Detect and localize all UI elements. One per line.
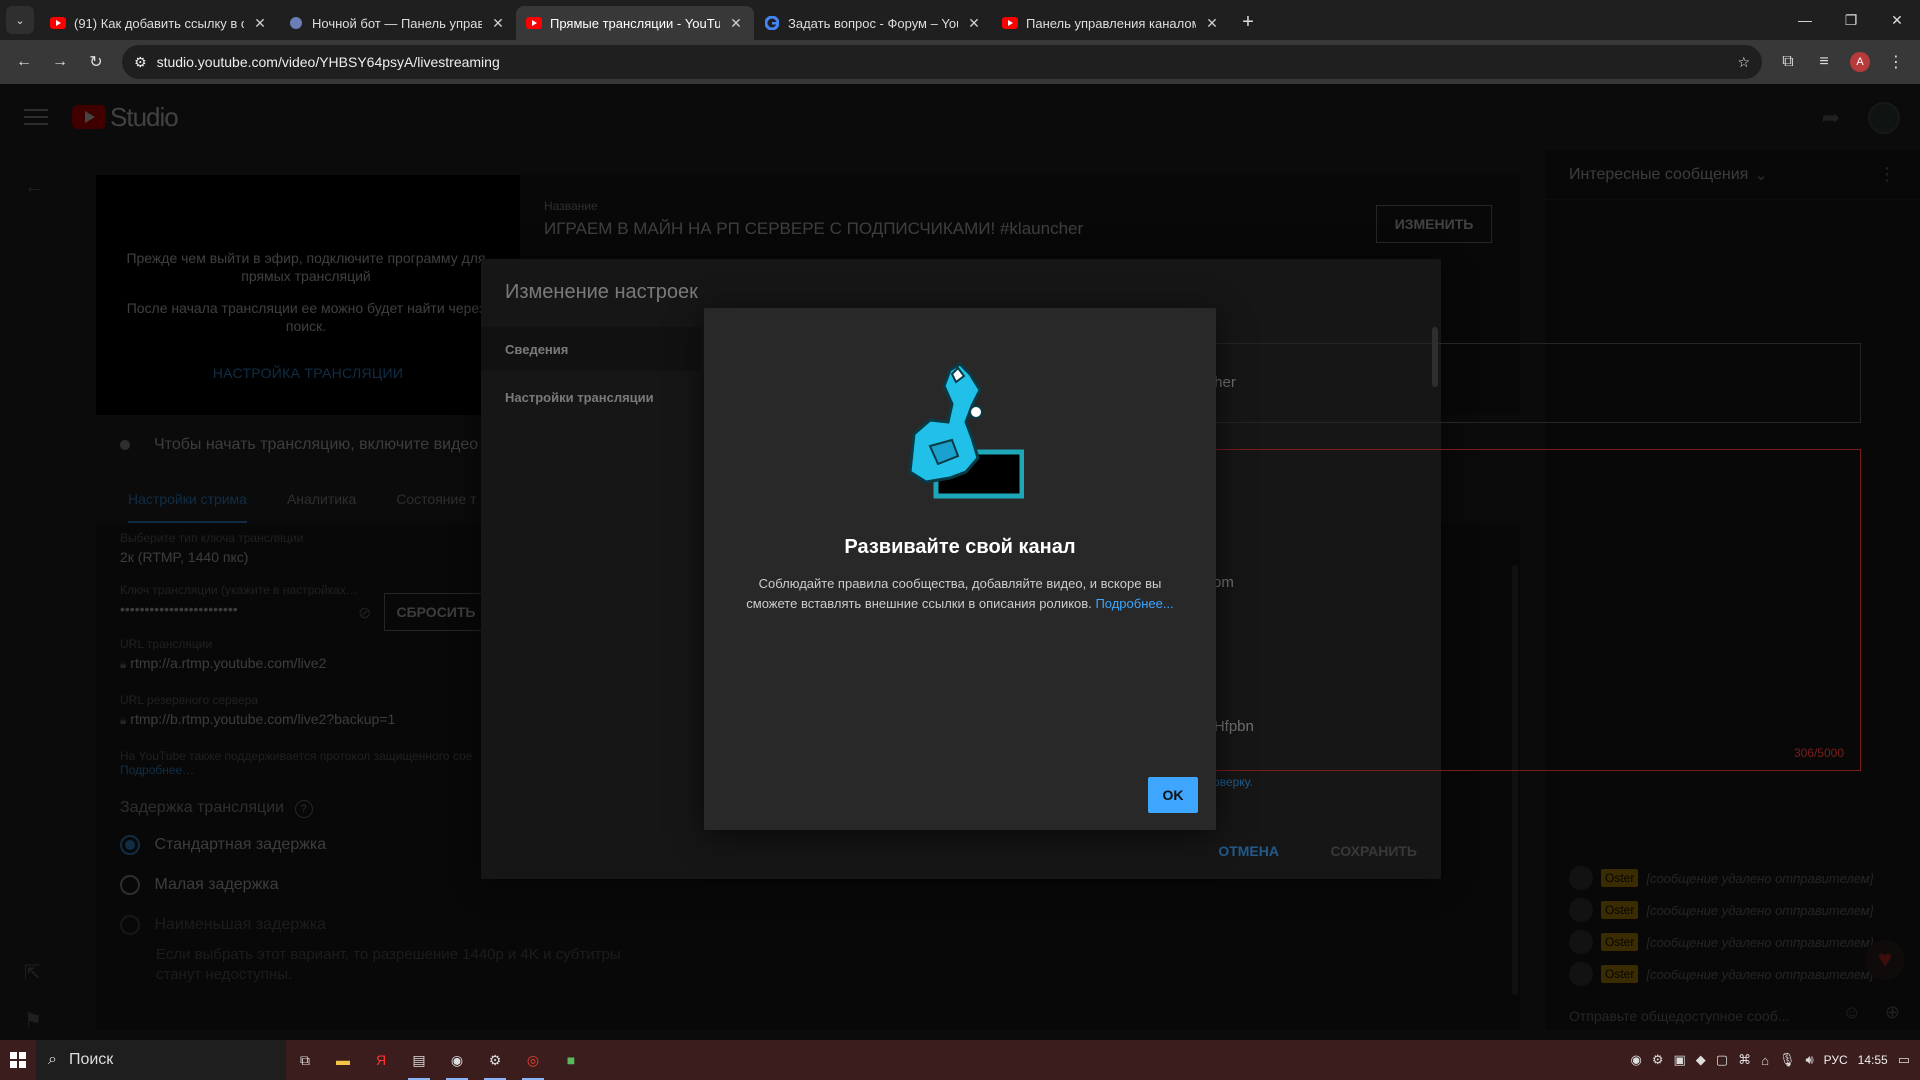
tab-title: Прямые трансляции - YouTube [550,15,720,31]
tab-2[interactable]: Ночной бот — Панель управл ✕ [278,6,516,40]
tab-3[interactable]: Прямые трансляции - YouTube ✕ [516,6,754,40]
windows-taskbar: ⌕ Поиск ⧉ ▬ Я ▤ ◉ ⚙ ◎ ■ ◉ ⚙ ▣ ◆ ▢ ⌘ ⌂ 🎙︎… [0,1040,1920,1080]
bot-icon [288,15,304,31]
volume-icon[interactable]: 🔊︎ [1805,1052,1813,1068]
youtube-icon [526,15,542,31]
new-tab-button[interactable]: + [1234,8,1262,36]
steam-tray-icon[interactable]: ⚙ [1652,1052,1664,1068]
obs-icon[interactable]: ◉ [438,1040,476,1080]
browser-toolbar: ← → ↻ ⚙ studio.youtube.com/video/YHBSY64… [0,40,1920,84]
app-icon[interactable]: ▤ [400,1040,438,1080]
media-controls-icon[interactable]: ≡ [1808,46,1840,78]
restore-icon[interactable]: ❐ [1828,0,1874,40]
system-tray: ◉ ⚙ ▣ ◆ ▢ ⌘ ⌂ 🎙︎ 🔊︎ РУС 14:55 ▭ [1630,1052,1920,1068]
tab-5[interactable]: Панель управления каналом - ✕ [992,6,1230,40]
url-text[interactable]: studio.youtube.com/video/YHBSY64psyA/liv… [157,54,1728,70]
minecraft-icon[interactable]: ■ [552,1040,590,1080]
tray-app-icon[interactable]: ▢ [1716,1052,1728,1068]
microphone-icon[interactable]: 🎙︎ [1779,1052,1796,1068]
search-placeholder: Поиск [68,1051,114,1068]
obs-tray-icon[interactable]: ◉ [1630,1052,1641,1068]
illustration [908,362,1024,499]
tab-title: Задать вопрос - Форум – YouT [788,15,958,31]
taskbar-search[interactable]: ⌕ Поиск [36,1040,286,1080]
back-arrow-icon[interactable]: ← [8,46,40,78]
chrome-icon[interactable]: ◎ [514,1040,552,1080]
window-controls: — ❐ ✕ [1782,0,1920,40]
youtube-icon [50,15,66,31]
tab-1[interactable]: (91) Как добавить ссылку в оп ✕ [40,6,278,40]
tray-app-icon[interactable]: ▣ [1673,1052,1685,1068]
youtube-icon [1002,15,1018,31]
profile-avatar: A [1850,52,1870,72]
tab-title: Панель управления каналом - [1026,15,1196,31]
clock[interactable]: 14:55 [1858,1053,1888,1067]
tab-title: (91) Как добавить ссылку в оп [74,15,244,31]
windows-start-icon[interactable] [0,1040,36,1080]
task-view-icon[interactable]: ⧉ [286,1040,324,1080]
dialog-text: Соблюдайте правила сообщества, добавляйт… [740,574,1180,614]
yandex-browser-icon[interactable]: Я [362,1040,400,1080]
dialog-title: Развивайте свой канал [844,536,1076,558]
minimize-icon[interactable]: — [1782,0,1828,40]
browser-tab-strip: ⌄ (91) Как добавить ссылку в оп ✕ Ночной… [0,0,1920,40]
steam-icon[interactable]: ⚙ [476,1040,514,1080]
tab-title: Ночной бот — Панель управл [312,15,482,31]
site-info-icon[interactable]: ⚙ [134,54,147,71]
reload-icon[interactable]: ↻ [80,46,112,78]
menu-kebab-icon[interactable]: ⋮ [1880,46,1912,78]
bookmark-star-icon[interactable]: ☆ [1737,54,1750,71]
search-icon: ⌕ [48,1051,57,1068]
extensions-icon[interactable]: ⧉ [1772,46,1804,78]
grow-channel-dialog: Развивайте свой канал Соблюдайте правила… [704,308,1216,830]
close-icon[interactable]: ✕ [966,15,982,32]
tab-search-button[interactable]: ⌄ [6,6,34,34]
close-icon[interactable]: ✕ [1204,15,1220,32]
notifications-icon[interactable]: ▭ [1898,1052,1910,1068]
network-icon[interactable]: ⌂ [1761,1053,1769,1068]
learn-more-link[interactable]: Подробнее... [1095,596,1173,611]
close-window-icon[interactable]: ✕ [1874,0,1920,40]
address-bar[interactable]: ⚙ studio.youtube.com/video/YHBSY64psyA/l… [122,45,1762,79]
close-icon[interactable]: ✕ [728,15,744,32]
tray-app-icon[interactable]: ◆ [1696,1052,1706,1068]
close-icon[interactable]: ✕ [490,15,506,32]
google-icon [764,15,780,31]
ok-button[interactable]: OK [1148,777,1198,813]
file-explorer-icon[interactable]: ▬ [324,1040,362,1080]
profile-button[interactable]: A [1844,46,1876,78]
close-icon[interactable]: ✕ [252,15,268,32]
forward-arrow-icon[interactable]: → [44,46,76,78]
tray-app-icon[interactable]: ⌘ [1738,1052,1751,1068]
tab-4[interactable]: Задать вопрос - Форум – YouT ✕ [754,6,992,40]
language-indicator[interactable]: РУС [1824,1053,1848,1067]
